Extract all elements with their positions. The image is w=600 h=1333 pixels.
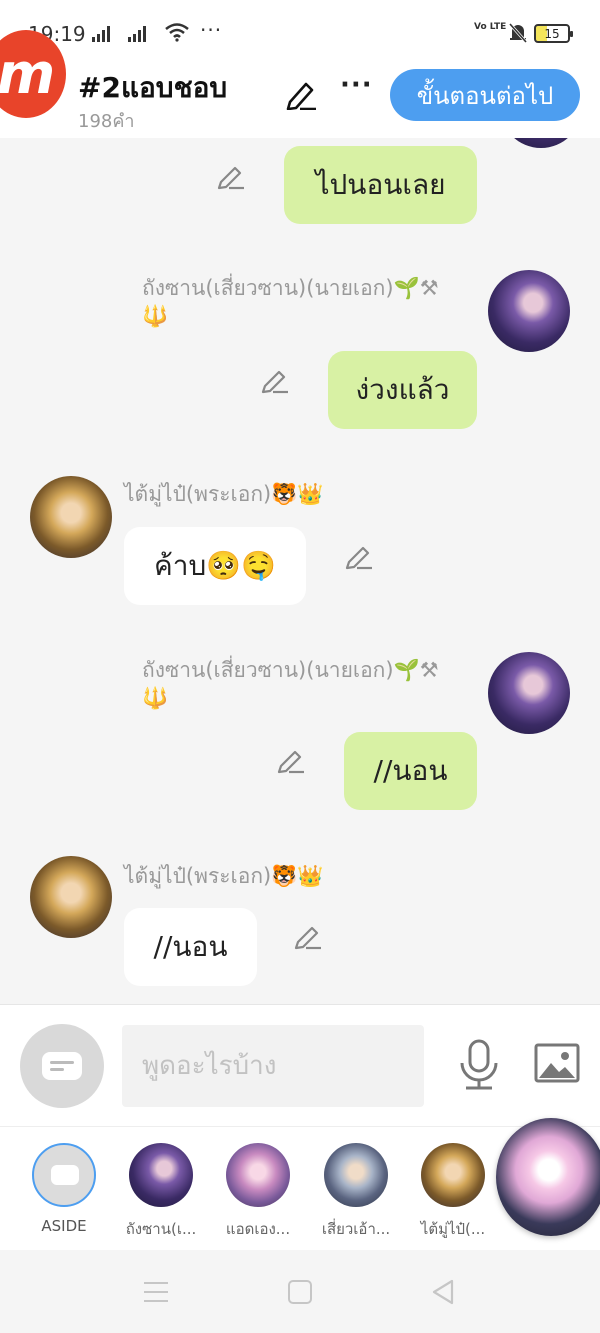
aside-toggle-button[interactable] [20, 1024, 104, 1108]
speaker-name-line2: 🔱 [142, 304, 169, 328]
speaker-name-line2: 🔱 [142, 686, 169, 710]
floating-avatar-button[interactable] [496, 1118, 600, 1236]
message-bubble[interactable]: ค้าบ🥺🤤 [124, 527, 306, 605]
input-bar [0, 1004, 600, 1126]
edit-title-icon[interactable] [284, 78, 318, 110]
character-name: แอดเอง... [225, 1220, 291, 1238]
signal-icon [92, 26, 110, 42]
character-avatar [129, 1143, 193, 1207]
character-item-admin[interactable]: แอดเอง... [210, 1143, 306, 1241]
wifi-icon [165, 23, 189, 42]
avatar-daimubai[interactable] [30, 856, 112, 938]
character-item-xiaoao[interactable]: เสี่ยวเอ้า... [308, 1143, 404, 1241]
volte-icon: Vo LTE [474, 22, 507, 32]
system-nav-bar [0, 1250, 600, 1333]
edit-message-icon[interactable] [276, 746, 306, 774]
speaker-name: ไต้มู่ไป๋(พระเอก)🐯👑 [124, 864, 324, 888]
battery-icon: 15 [534, 24, 573, 43]
bell-muted-icon [508, 23, 528, 43]
message-bubble[interactable]: ไปนอนเลย [284, 146, 477, 224]
character-name: เสี่ยวเอ้า... [321, 1220, 391, 1238]
chat-area: ไปนอนเลย ถังซาน(เสี่ยวซาน)(นายเอก)🌱⚒ 🔱 ง… [0, 138, 600, 1004]
character-avatar [421, 1143, 485, 1207]
edit-message-icon[interactable] [293, 922, 323, 950]
message-bubble[interactable]: //นอน [344, 732, 477, 810]
next-step-button[interactable]: ขั้นตอนต่อไป [390, 69, 580, 121]
speaker-name: ถังซาน(เสี่ยวซาน)(นายเอก)🌱⚒ [142, 276, 439, 300]
speaker-name: ถังซาน(เสี่ยวซาน)(นายเอก)🌱⚒ [142, 658, 439, 682]
character-item-aside[interactable]: ASIDE [16, 1143, 112, 1235]
status-bar: 19:19 ··· Vo LTE 15 [0, 0, 600, 64]
avatar-tangsan[interactable] [488, 652, 570, 734]
back-nav-icon[interactable] [430, 1278, 456, 1306]
aside-card-icon [42, 1052, 82, 1080]
image-icon[interactable] [534, 1043, 580, 1085]
character-item-daimubai[interactable]: ไต้มู่ไป๋(... [405, 1143, 501, 1241]
character-name: ถังซาน(เ... [125, 1220, 197, 1238]
signal-icon-2 [128, 26, 146, 42]
character-name: ASIDE [41, 1217, 87, 1235]
edit-message-icon[interactable] [260, 366, 290, 394]
character-avatar [226, 1143, 290, 1207]
character-item-tangsan[interactable]: ถังซาน(เ... [113, 1143, 209, 1241]
story-title: #2แอบชอบ [78, 71, 228, 104]
character-name: ไต้มู่ไป๋(... [420, 1220, 486, 1238]
aside-icon [32, 1143, 96, 1207]
microphone-icon[interactable] [458, 1039, 500, 1091]
message-input[interactable] [122, 1025, 424, 1107]
message-bubble[interactable]: ง่วงแล้ว [328, 351, 477, 429]
menu-nav-icon[interactable] [144, 1282, 168, 1309]
avatar-tangsan[interactable] [488, 270, 570, 352]
word-count: 198คำ [78, 111, 135, 132]
more-status-icon: ··· [200, 18, 223, 42]
home-nav-icon[interactable] [288, 1280, 312, 1304]
message-bubble[interactable]: //นอน [124, 908, 257, 986]
edit-message-icon[interactable] [216, 162, 246, 190]
edit-message-icon[interactable] [344, 542, 374, 570]
avatar-daimubai[interactable] [30, 476, 112, 558]
more-options-icon[interactable]: ··· [340, 70, 373, 100]
character-avatar [324, 1143, 388, 1207]
avatar-tangsan[interactable] [500, 138, 582, 148]
speaker-name: ไต้มู่ไป๋(พระเอก)🐯👑 [124, 482, 324, 506]
header: m #2แอบชอบ 198คำ ··· ขั้นตอนต่อไป [0, 30, 600, 138]
